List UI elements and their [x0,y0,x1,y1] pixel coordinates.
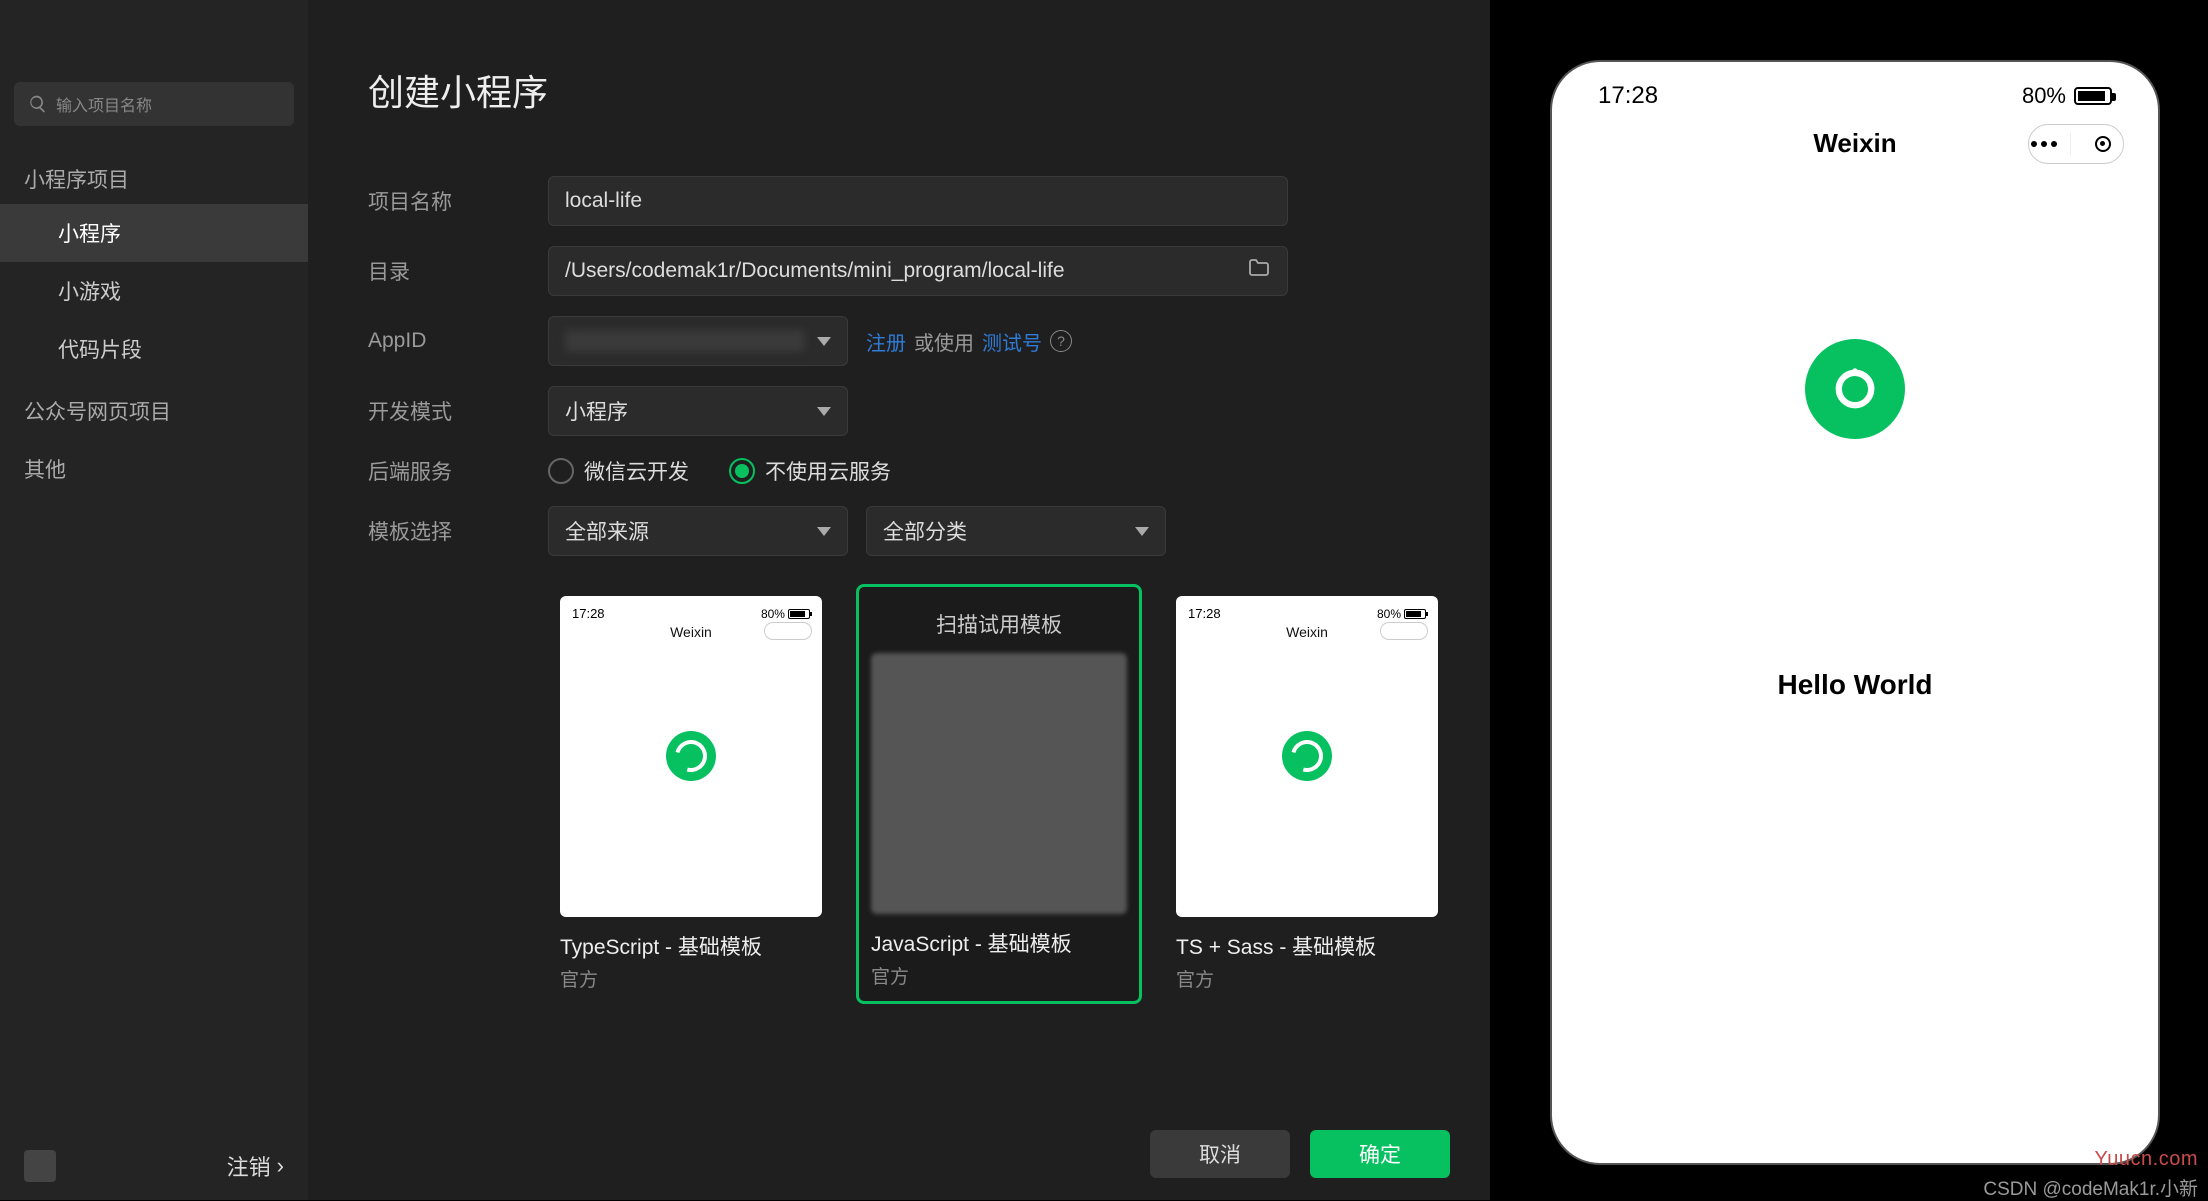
device-simulator: 17:28 80% Weixin Hello World [1550,60,2160,1165]
template-card-ts-sass[interactable]: 17:2880% Weixin TS + Sass - 基础模板 官方 [1164,584,1450,1004]
template-subtitle: 官方 [560,965,822,992]
sidebar-item-minigame[interactable]: 小游戏 [0,262,308,320]
label-directory: 目录 [368,256,548,286]
sidebar-item-miniprogram[interactable]: 小程序 [0,204,308,262]
template-subtitle: 官方 [1176,965,1438,992]
sidebar-group-other[interactable]: 其他 [0,436,308,494]
template-name: TS + Sass - 基础模板 [1176,931,1438,961]
template-name: JavaScript - 基础模板 [871,928,1127,958]
cancel-button[interactable]: 取消 [1150,1130,1290,1178]
template-preview-qr [871,653,1127,914]
logout-label: 注销 [227,1150,271,1182]
ide-window: 输入项目名称 小程序项目 小程序 小游戏 代码片段 公众号网页项目 其他 注销 … [0,0,1490,1200]
hello-world-text: Hello World [1777,669,1932,701]
search-placeholder: 输入项目名称 [56,92,152,116]
wechat-logo-icon [666,731,716,781]
dev-mode-select[interactable]: 小程序 [548,386,848,436]
search-icon [28,94,48,114]
template-card-javascript[interactable]: 扫描试用模板 JavaScript - 基础模板 官方 [856,584,1142,1004]
label-dev-mode: 开发模式 [368,396,548,426]
trial-id-link[interactable]: 测试号 [982,327,1042,356]
main-panel: 创建小程序 项目名称 local-life 目录 /Users/codemak1… [308,0,1490,1200]
sidebar-item-snippet[interactable]: 代码片段 [0,320,308,378]
template-name: TypeScript - 基础模板 [560,931,822,961]
help-icon[interactable]: ? [1050,330,1072,352]
register-link[interactable]: 注册 [866,327,906,356]
wechat-logo-icon [1282,731,1332,781]
caret-down-icon [817,337,831,346]
folder-browse-icon[interactable] [1247,256,1271,286]
template-card-typescript[interactable]: 17:2880% Weixin TypeScript - 基础模板 官方 [548,584,834,1004]
sim-title: Weixin [1813,128,1896,158]
caret-down-icon [817,407,831,416]
sim-battery-text: 80% [2022,83,2066,109]
label-project-name: 项目名称 [368,186,548,216]
sidebar-group-miniprogram[interactable]: 小程序项目 [0,146,308,204]
watermark-site: Yuucn.com [2095,1148,2198,1171]
directory-input[interactable]: /Users/codemak1r/Documents/mini_program/… [548,246,1288,296]
template-preview: 17:2880% Weixin [1176,596,1438,917]
radio-icon [548,458,574,484]
sim-status-bar: 17:28 80% [1562,82,2148,110]
more-icon [2041,141,2047,147]
confirm-button[interactable]: 确定 [1310,1130,1450,1178]
sidebar: 输入项目名称 小程序项目 小程序 小游戏 代码片段 公众号网页项目 其他 注销 … [0,0,308,1200]
sidebar-footer: 注销 › [0,1132,308,1200]
dialog-footer: 取消 确定 [1150,1130,1450,1178]
label-backend: 后端服务 [368,456,548,486]
template-preview: 17:2880% Weixin [560,596,822,917]
caret-down-icon [817,527,831,536]
sidebar-group-official-account[interactable]: 公众号网页项目 [0,378,308,436]
close-target-icon [2095,136,2111,152]
watermark-credit: CSDN @codeMak1r.小新 [1983,1174,2198,1201]
caret-down-icon [1135,527,1149,536]
sim-nav-bar: Weixin [1562,128,2148,159]
logout-button[interactable]: 注销 › [227,1150,284,1182]
template-list: 17:2880% Weixin TypeScript - 基础模板 官方 扫描试… [548,584,1450,1004]
user-avatar[interactable] [24,1150,56,1182]
template-source-select[interactable]: 全部来源 [548,506,848,556]
label-template-select: 模板选择 [368,516,548,546]
sim-time: 17:28 [1598,82,1658,110]
page-title: 创建小程序 [368,64,1450,116]
radio-checked-icon [729,458,755,484]
battery-icon [2074,87,2112,105]
template-subtitle: 官方 [871,962,1127,989]
backend-radio-cloud[interactable]: 微信云开发 [548,456,689,486]
backend-radio-none[interactable]: 不使用云服务 [729,456,891,486]
appid-value-redacted [565,330,805,352]
project-name-input[interactable]: local-life [548,176,1288,226]
scan-template-label: 扫描试用模板 [871,609,1127,639]
project-search-input[interactable]: 输入项目名称 [14,82,294,126]
appid-select[interactable] [548,316,848,366]
wechat-logo-icon [1805,339,1905,439]
label-appid: AppID [368,329,548,353]
chevron-right-icon: › [277,1153,284,1179]
or-use-text: 或使用 [914,327,974,356]
sim-capsule[interactable] [2028,124,2124,164]
sim-content: Hello World [1562,339,2148,701]
template-category-select[interactable]: 全部分类 [866,506,1166,556]
